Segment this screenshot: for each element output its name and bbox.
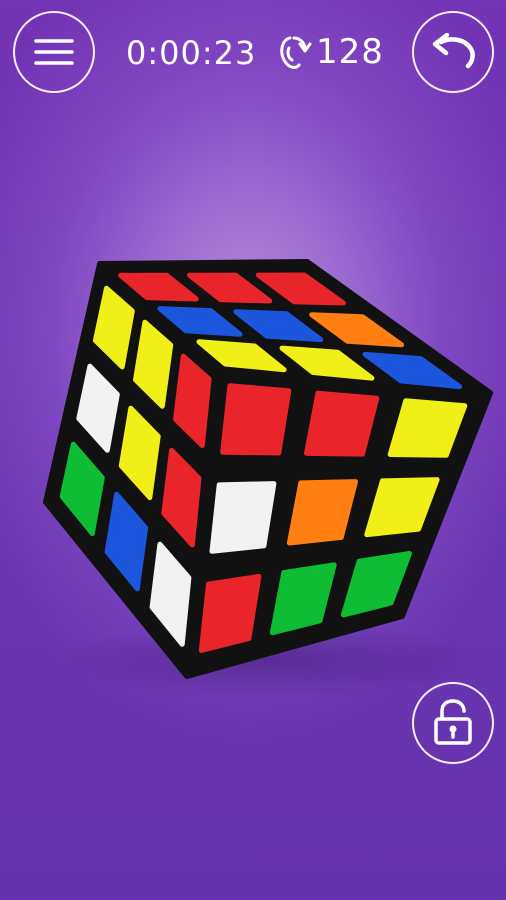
right-sticker-2-0[interactable] xyxy=(198,573,262,653)
game-screen: 0:00:23 128 xyxy=(0,0,506,900)
right-sticker-1-0[interactable] xyxy=(209,481,277,554)
rubiks-cube-view[interactable] xyxy=(0,0,506,900)
right-sticker-0-0[interactable] xyxy=(220,383,292,456)
unlocked-padlock-icon xyxy=(433,699,473,747)
rubiks-cube[interactable] xyxy=(0,0,506,900)
right-sticker-0-1[interactable] xyxy=(304,390,380,457)
lock-rotation-button[interactable] xyxy=(412,682,494,764)
